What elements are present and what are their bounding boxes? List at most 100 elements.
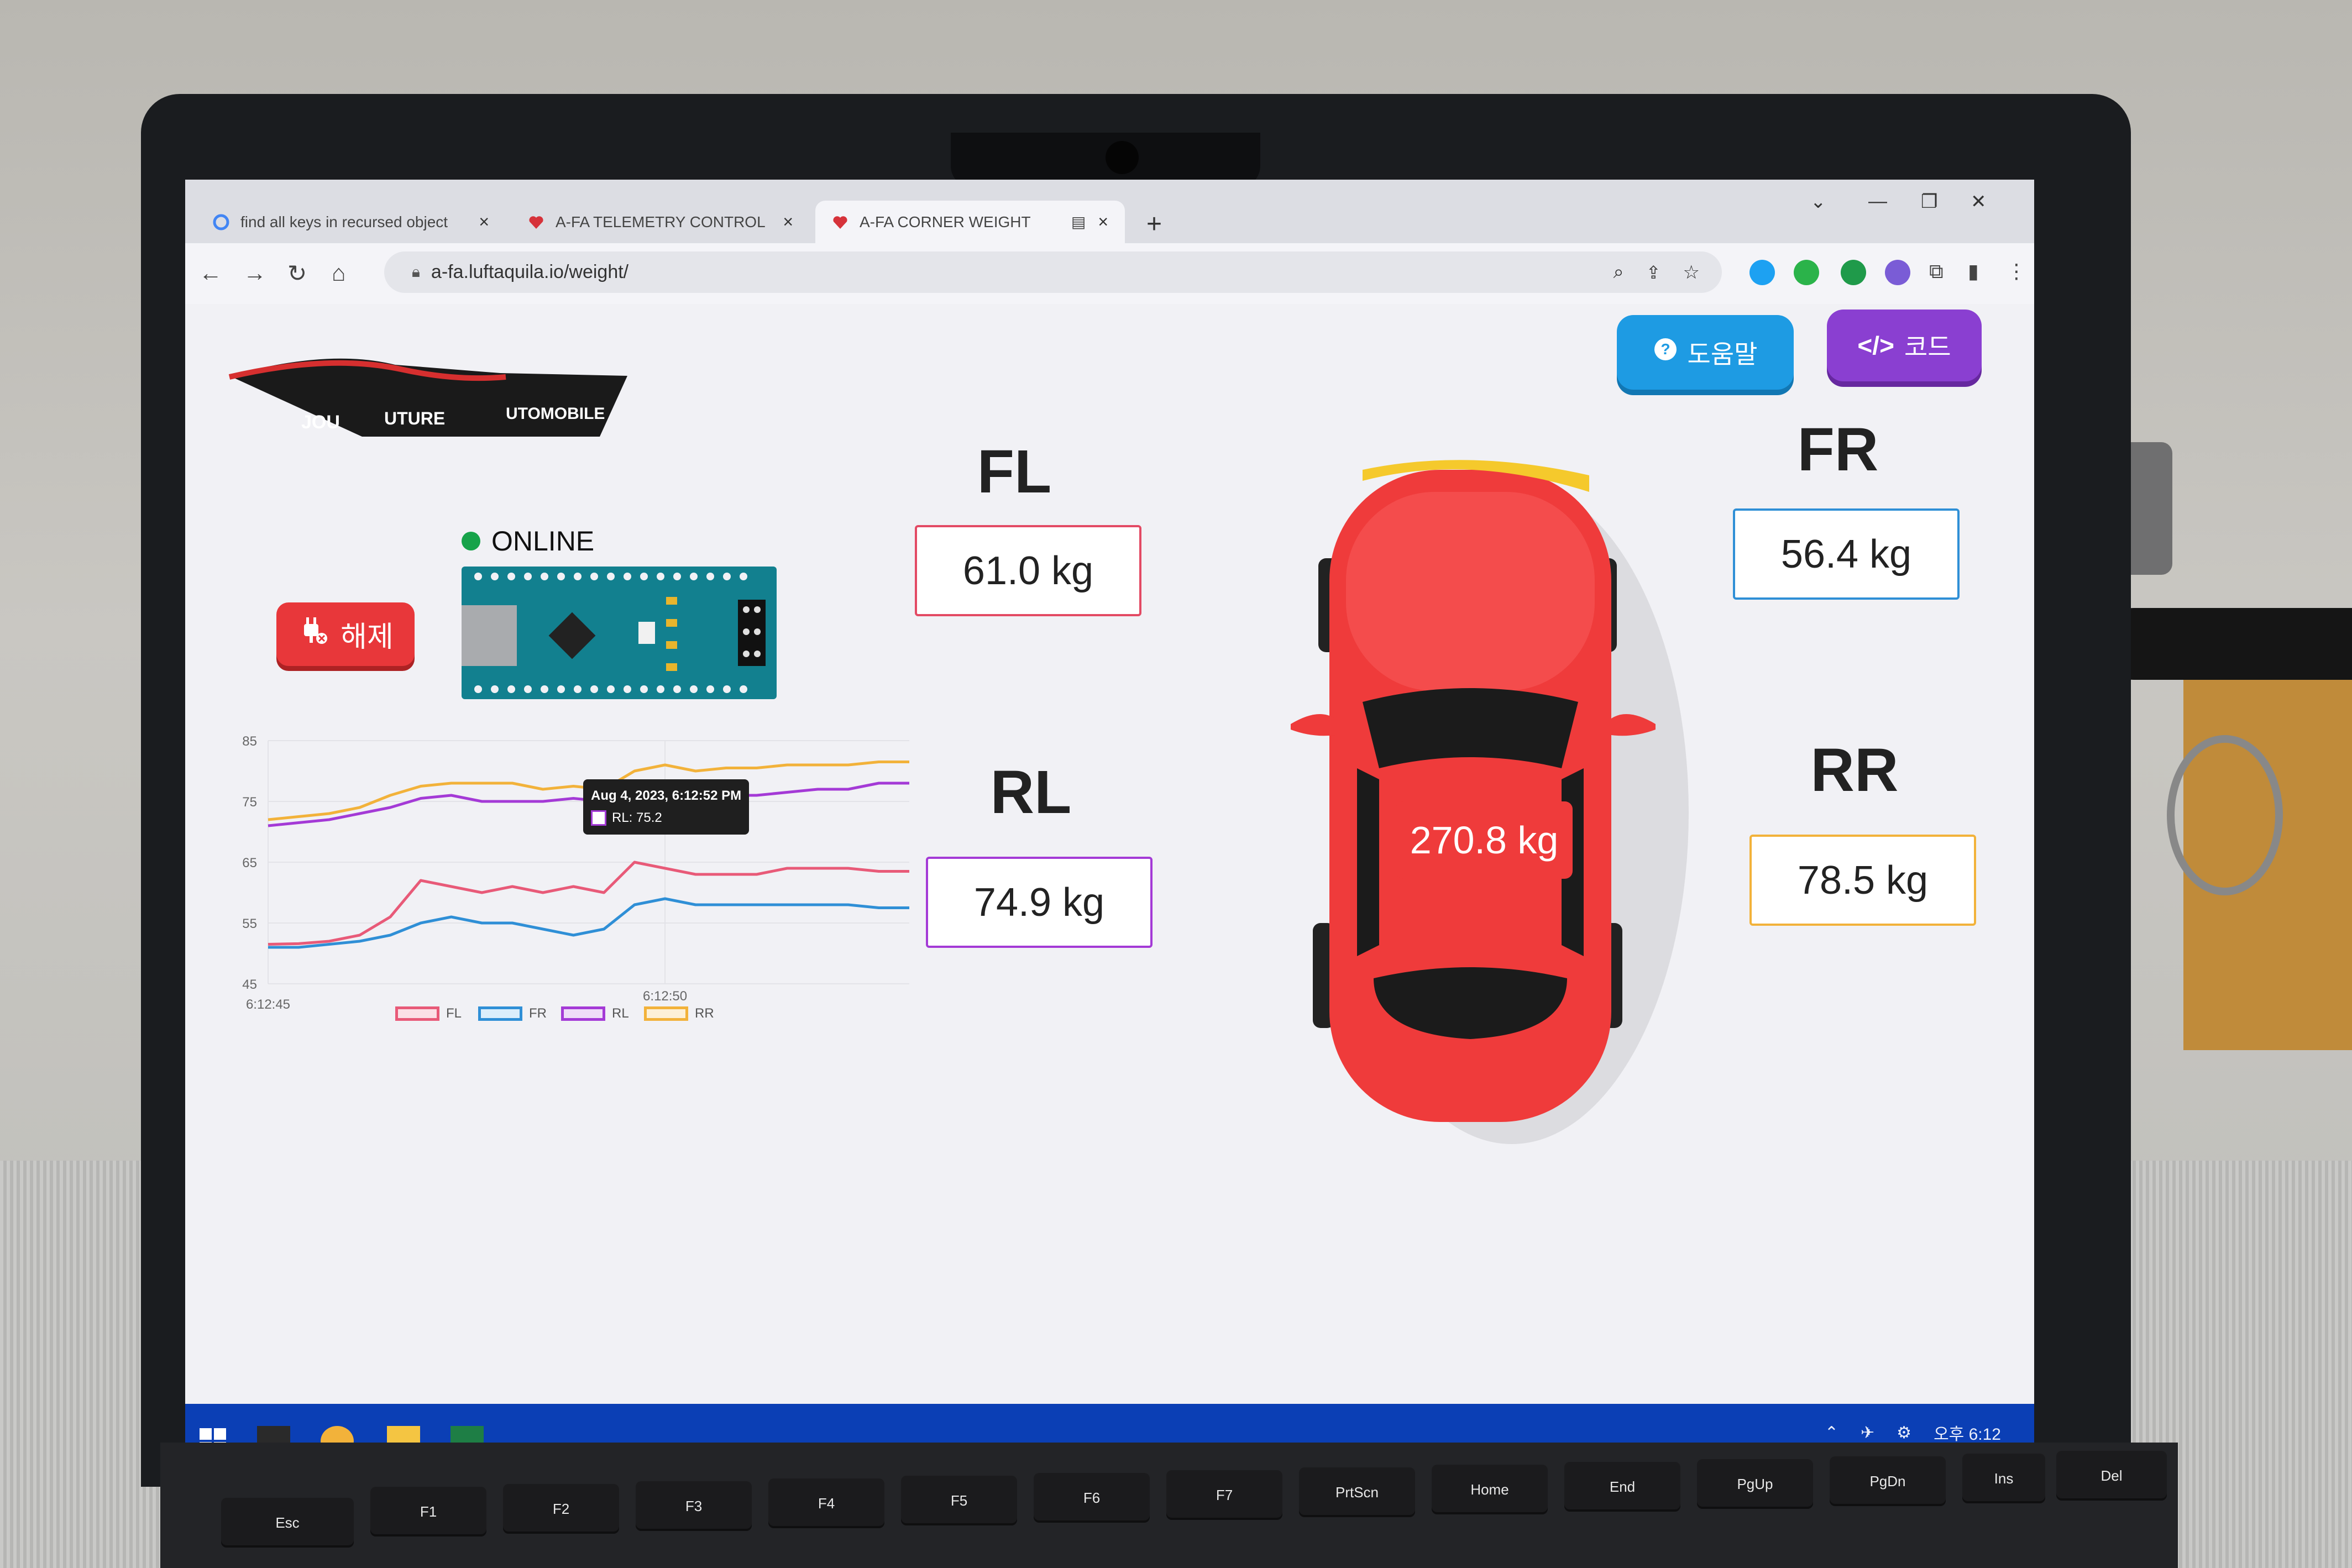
screen: find all keys in recursed object × A-FA … — [185, 180, 2034, 1467]
heart-icon — [832, 214, 848, 230]
legend-swatch — [644, 1006, 688, 1021]
window-close-icon[interactable]: ✕ — [1971, 191, 1987, 213]
tooltip-value: RL: 75.2 — [612, 810, 662, 825]
fr-label: FR — [1797, 416, 1879, 484]
status-label: ONLINE — [491, 526, 595, 557]
chevron-up-icon[interactable]: ⌃ — [1825, 1423, 1838, 1443]
address-bar[interactable]: 🔒︎ a-fa.luftaquila.io/weight/ ⌕ ⇪ ☆ — [384, 251, 1722, 293]
team-logo: JOU UTURE UTOMOBILE — [218, 354, 638, 453]
code-button[interactable]: </> 코드 — [1827, 310, 1982, 381]
close-icon[interactable]: × — [1098, 212, 1108, 232]
key-f4[interactable]: F4 — [768, 1478, 884, 1528]
rr-weight-box: 78.5 kg — [1749, 835, 1976, 926]
total-weight: 270.8 kg — [1396, 801, 1573, 879]
key-f2[interactable]: F2 — [503, 1484, 619, 1534]
x-tick-label: 6:12:45 — [246, 997, 290, 1011]
webcam — [1106, 141, 1139, 174]
legend-label: FR — [529, 1006, 547, 1021]
disconnect-button[interactable]: 해제 — [276, 602, 415, 666]
arduino-board-image — [462, 567, 777, 699]
rl-label: RL — [990, 758, 1072, 826]
close-icon[interactable]: × — [783, 212, 793, 232]
weight-chart: 85 75 65 55 45 6:12:45 6:12:50 — [185, 724, 959, 1012]
y-tick-label: 45 — [242, 977, 257, 992]
key-esc[interactable]: Esc — [221, 1498, 354, 1548]
sidebar-icon[interactable]: ▮ — [1968, 260, 1979, 283]
key-prtscn[interactable]: PrtScn — [1299, 1467, 1415, 1517]
y-tick-label: 55 — [242, 916, 257, 931]
svg-text:?: ? — [1660, 340, 1670, 358]
tooltip-title: Aug 4, 2023, 6:12:52 PM — [591, 788, 742, 803]
legend-label: FL — [446, 1006, 462, 1021]
disconnect-label: 해제 — [341, 621, 394, 653]
key-del[interactable]: Del — [2056, 1451, 2167, 1501]
help-label: 도움말 — [1687, 339, 1758, 369]
corner-weight-page: JOU UTURE UTOMOBILE ? 도움말 </> 코드 해제 ONLI… — [185, 304, 2034, 1404]
key-f6[interactable]: F6 — [1034, 1473, 1150, 1523]
clock[interactable]: 오후 6:12 — [1934, 1420, 2001, 1445]
legend-label: RR — [695, 1006, 714, 1021]
network-icon[interactable]: ✈︎ — [1861, 1423, 1874, 1443]
unplug-icon — [297, 614, 331, 654]
zoom-icon[interactable]: ⌕ — [1614, 261, 1624, 283]
new-tab-button[interactable]: + — [1139, 210, 1170, 241]
tab-telemetry[interactable]: A-FA TELEMETRY CONTROL × — [511, 201, 810, 243]
chevron-down-icon[interactable]: ⌄ — [1810, 191, 1826, 213]
home-icon[interactable]: ⌂ — [332, 260, 345, 286]
code-icon: </> — [1857, 331, 1894, 360]
extension-twitter-icon[interactable] — [1749, 260, 1775, 285]
tab-corner-weight[interactable]: A-FA CORNER WEIGHT ▤ × — [815, 201, 1125, 243]
lock-icon: 🔒︎ — [412, 263, 420, 280]
legend-fr[interactable]: FR — [478, 1006, 547, 1021]
rl-weight-box: 74.9 kg — [926, 857, 1153, 948]
menu-icon[interactable]: ⋮ — [2007, 260, 2026, 283]
restore-icon[interactable]: ❐ — [1921, 191, 1937, 213]
y-tick-label: 65 — [242, 856, 257, 870]
forward-icon[interactable]: → — [243, 260, 266, 286]
reader-mode-icon[interactable]: ▤ — [1071, 213, 1086, 231]
legend-rr[interactable]: RR — [644, 1006, 714, 1021]
code-label: 코드 — [1904, 333, 1951, 361]
key-end[interactable]: End — [1564, 1462, 1680, 1512]
extensions-puzzle-icon[interactable]: ⧉ — [1929, 260, 1944, 284]
tab-label: find all keys in recursed object — [240, 213, 448, 230]
weight-chart-svg: 85 75 65 55 45 6:12:45 6:12:50 — [242, 734, 909, 1012]
tooltip-swatch — [591, 810, 606, 826]
tab-find-keys[interactable]: find all keys in recursed object × — [196, 201, 506, 243]
bookmark-star-icon[interactable]: ☆ — [1683, 261, 1700, 284]
legend-rl[interactable]: RL — [561, 1006, 629, 1021]
browser-tabbar: find all keys in recursed object × A-FA … — [185, 180, 2034, 243]
extension-green-icon[interactable] — [1794, 260, 1819, 285]
key-pgup[interactable]: PgUp — [1697, 1459, 1813, 1509]
reload-icon[interactable]: ↻ — [287, 260, 307, 287]
back-icon[interactable]: ← — [199, 260, 222, 286]
key-home[interactable]: Home — [1432, 1465, 1548, 1514]
legend-label: RL — [612, 1006, 629, 1021]
legend-swatch — [395, 1006, 439, 1021]
key-pgdn[interactable]: PgDn — [1830, 1456, 1946, 1506]
system-tray: ⌃ ✈︎ ⚙︎ 오후 6:12 — [1825, 1420, 2001, 1445]
extension-css-icon[interactable] — [1885, 260, 1910, 285]
x-tick-label: 6:12:50 — [643, 989, 687, 1004]
key-ins[interactable]: Ins — [1962, 1454, 2045, 1503]
chart-tooltip: Aug 4, 2023, 6:12:52 PM RL: 75.2 — [583, 779, 750, 835]
key-f3[interactable]: F3 — [636, 1481, 752, 1531]
close-icon[interactable]: × — [479, 212, 489, 232]
legend-swatch — [561, 1006, 605, 1021]
legend-fl[interactable]: FL — [395, 1006, 462, 1021]
tab-label: A-FA TELEMETRY CONTROL — [556, 213, 766, 230]
minimize-icon[interactable]: — — [1868, 191, 1887, 212]
y-tick-label: 75 — [242, 795, 257, 810]
key-f7[interactable]: F7 — [1166, 1470, 1282, 1520]
extension-shield-icon[interactable] — [1841, 260, 1866, 285]
key-f1[interactable]: F1 — [370, 1487, 486, 1536]
settings-icon[interactable]: ⚙︎ — [1897, 1423, 1911, 1443]
key-f5[interactable]: F5 — [901, 1476, 1017, 1525]
google-icon — [213, 214, 229, 230]
usb-cable — [2100, 608, 2352, 680]
connection-status: ONLINE — [462, 525, 594, 557]
help-button[interactable]: ? 도움말 — [1617, 315, 1794, 390]
fl-label: FL — [977, 438, 1052, 506]
browser-toolbar: ← → ↻ ⌂ 🔒︎ a-fa.luftaquila.io/weight/ ⌕ … — [185, 243, 2034, 305]
share-icon[interactable]: ⇪ — [1646, 262, 1661, 283]
